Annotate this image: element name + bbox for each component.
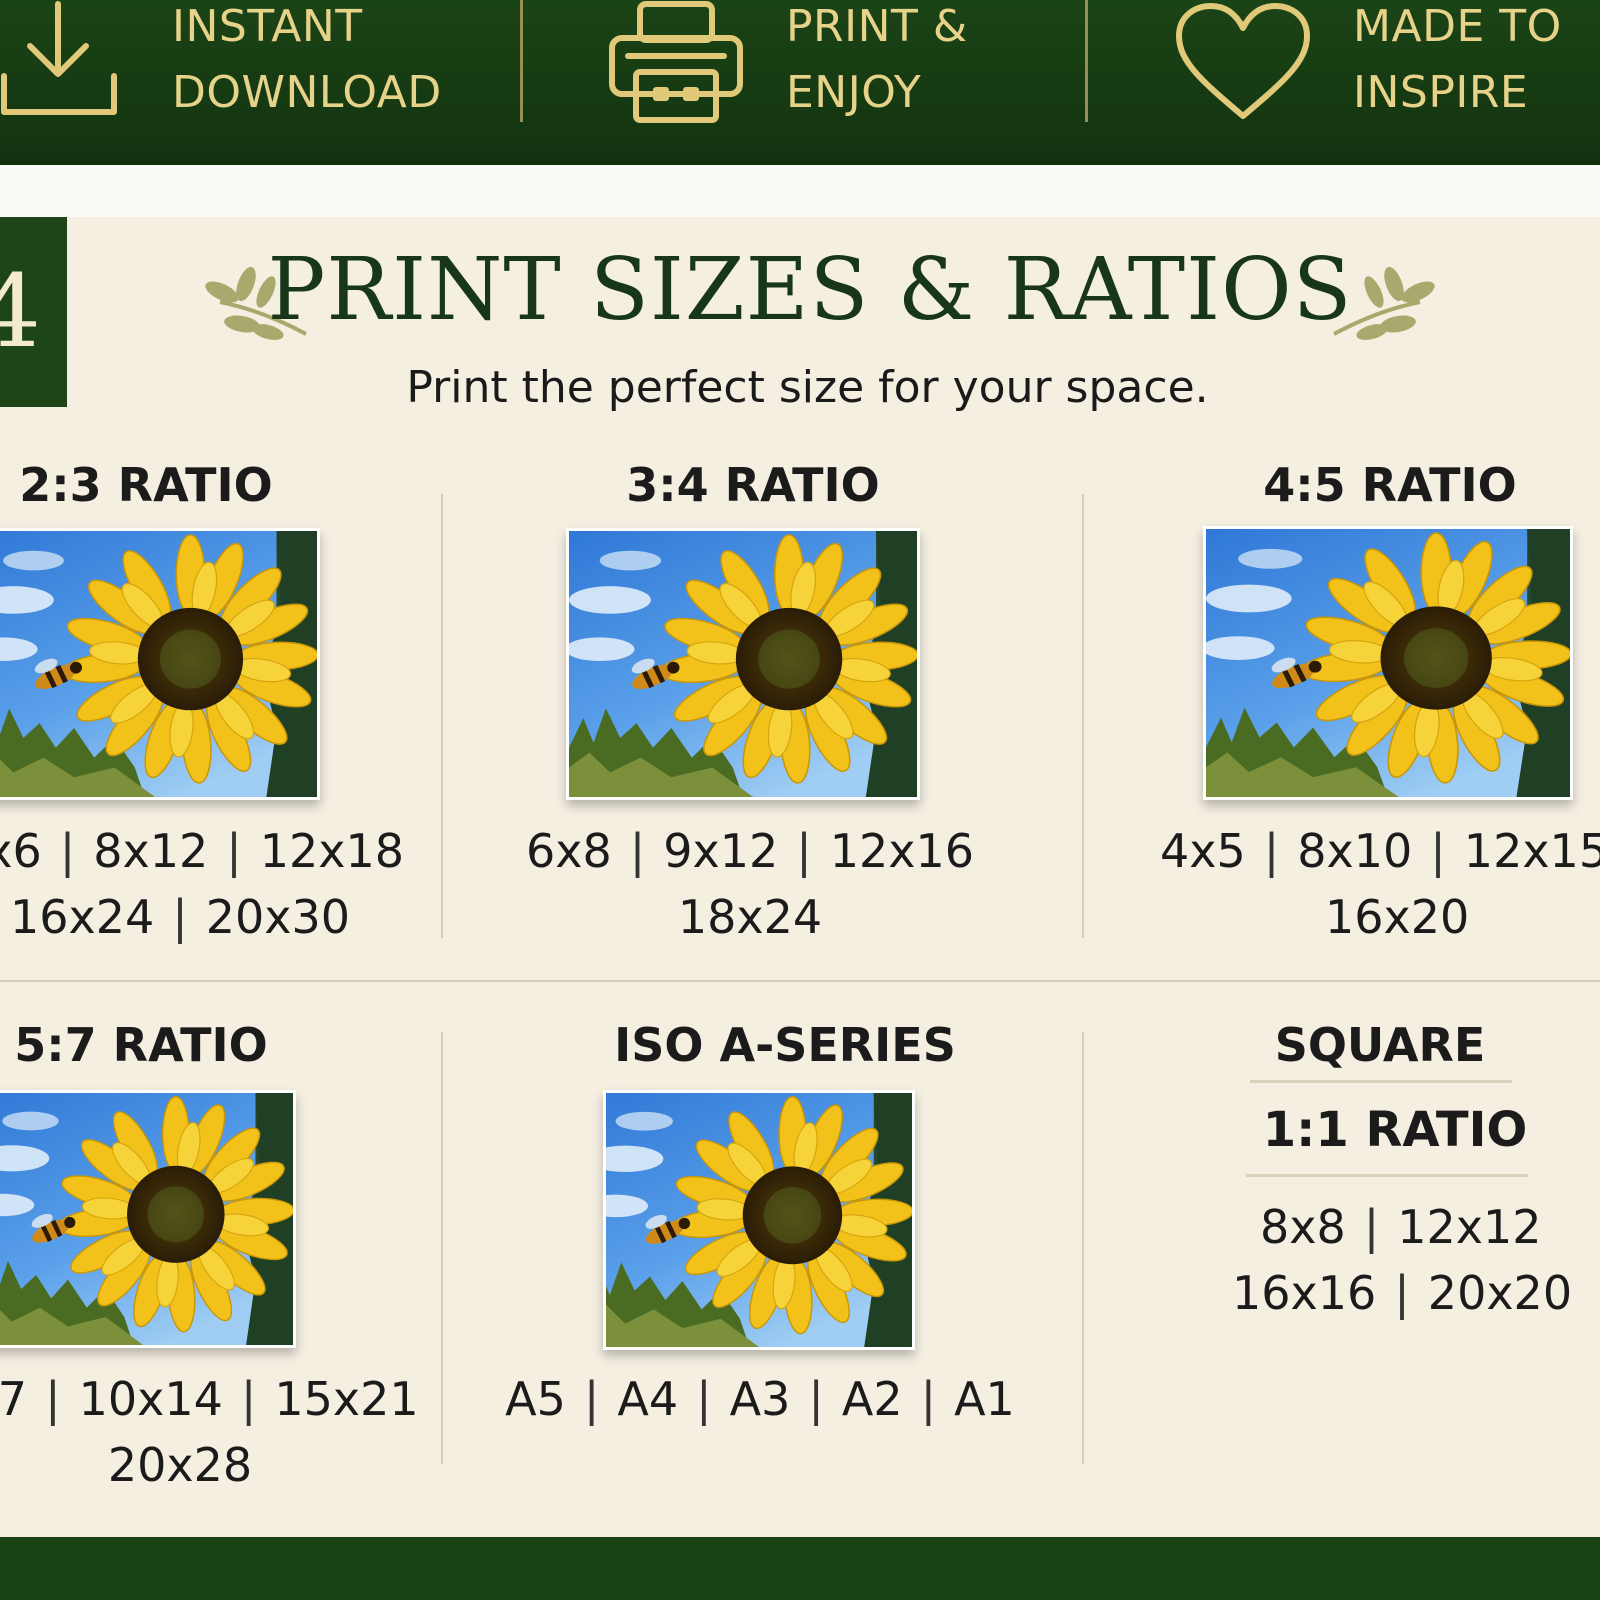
size-list: 4x6|8x12|12x18 16x24|20x30 [0, 824, 405, 944]
column-divider [1082, 1032, 1084, 1464]
ratio-heading: SQUARE [1274, 1018, 1486, 1072]
square-divider [1250, 1080, 1512, 1083]
row-divider [0, 980, 1600, 982]
footer-band [0, 1537, 1600, 1600]
ratio-heading: 3:4 RATIO [626, 458, 880, 512]
heart-icon [1176, 3, 1310, 119]
sample-print-iso-a [603, 1090, 915, 1350]
sample-print-4x5 [1203, 526, 1573, 800]
ratio-heading: 5:7 RATIO [14, 1018, 268, 1072]
column-divider [441, 1032, 443, 1464]
ratio-heading: ISO A-SERIES [614, 1018, 956, 1072]
sample-print-2x3 [0, 528, 320, 800]
feature-banner: INSTANT DOWNLOAD PRINT & ENJOY MADE TO INSP… [0, 0, 1600, 165]
size-list: A5 | A4 | A3 | A2 | A1 [505, 1372, 1015, 1426]
printer-icon [609, 1, 743, 123]
feature-label: INSTANT DOWNLOAD [172, 1, 442, 118]
feature-label: PRINT & ENJOY [786, 1, 968, 118]
sample-print-3x4 [566, 528, 920, 800]
column-divider [441, 494, 443, 938]
ratio-subheading: 1:1 RATIO [1262, 1102, 1528, 1158]
size-list: 4x5 | 8x10 | 12x15 16x20 [1160, 824, 1600, 944]
sunflower-image [606, 1093, 912, 1347]
size-list: 5x7|10x14|15x21 20x28 [0, 1372, 419, 1492]
feature-print-enjoy: PRINT & ENJOY [530, 0, 1085, 165]
laurel-right-icon [1333, 266, 1435, 340]
banner-divider [1085, 0, 1088, 122]
size-list: 6x8 | 9x12 | 12x16 18x24 [525, 824, 975, 944]
column-divider [1082, 494, 1084, 938]
feature-label: MADE TO INSPIRE [1353, 1, 1562, 118]
sunflower-image [0, 1093, 293, 1345]
size-list: 8x8 | 12x12 16x16 | 20x20 [1232, 1200, 1573, 1320]
sunflower-image [1206, 529, 1570, 797]
ratio-heading: 2:3 RATIO [19, 458, 273, 512]
ratio-heading: 4:5 RATIO [1263, 458, 1517, 512]
feature-instant-download: INSTANT DOWNLOAD [0, 0, 520, 165]
page-subtitle: Print the perfect size for your space. [406, 362, 1209, 413]
feature-made-to-inspire: MADE TO INSPIRE [1095, 0, 1600, 165]
download-icon [1, 1, 117, 115]
separator-band [0, 165, 1600, 217]
sample-print-5x7 [0, 1090, 296, 1348]
square-divider [1246, 1174, 1528, 1177]
banner-divider [520, 0, 523, 122]
sunflower-image [0, 531, 317, 797]
sunflower-image [569, 531, 917, 797]
